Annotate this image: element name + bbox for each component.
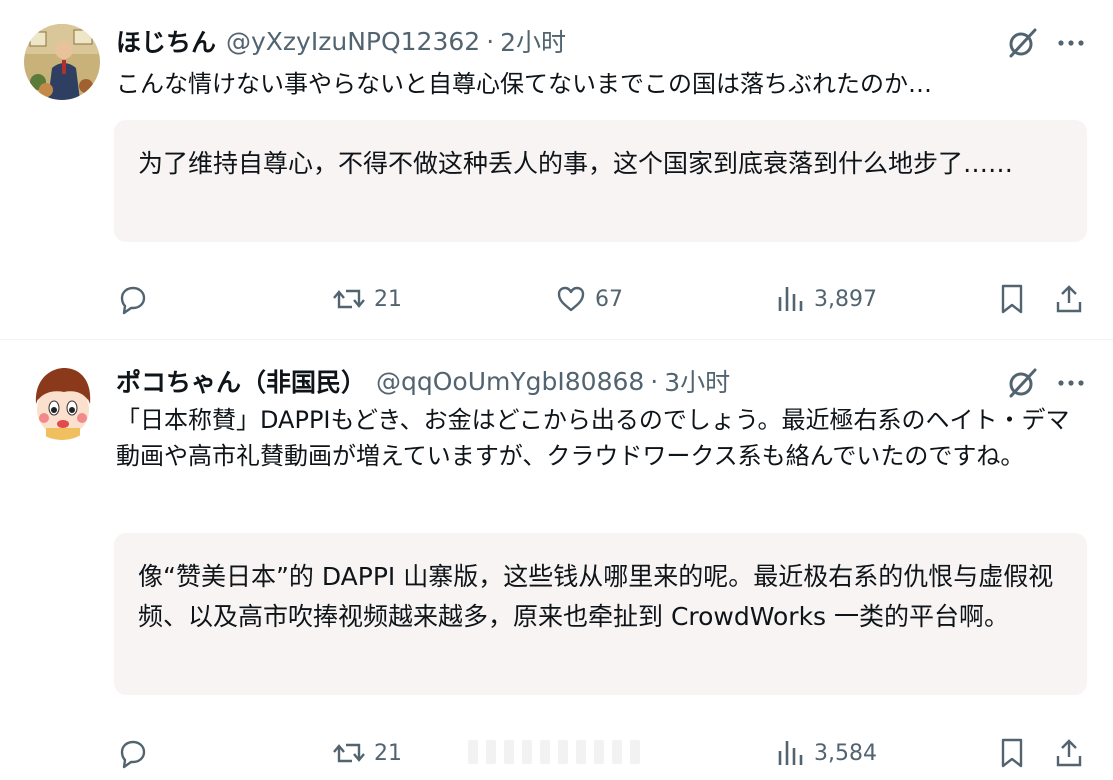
views-count: 3,897	[814, 286, 877, 312]
like-icon	[555, 283, 587, 315]
post[interactable]: ほじちん @yXzyIzuNPQ12362 · 2小时 こんな情けない事やらない…	[0, 0, 1113, 340]
display-name[interactable]: ポコちゃん（非国民）	[116, 363, 366, 399]
share-icon	[1054, 737, 1084, 769]
separator-dot: ·	[650, 366, 659, 396]
bookmark-button[interactable]	[998, 733, 1026, 773]
post[interactable]: ポコちゃん（非国民） @qqOoUmYgbI80868 · 3小时 「日本称賛」…	[0, 340, 1113, 780]
share-icon	[1054, 283, 1084, 315]
bookmark-icon	[998, 737, 1026, 769]
post-header: ポコちゃん（非国民） @qqOoUmYgbI80868 · 3小时	[116, 364, 730, 398]
translation-box: 像“赞美日本”的 DAPPI 山寨版，这些钱从哪里来的呢。最近极右系的仇恨与虚假…	[114, 533, 1087, 695]
repost-icon	[332, 737, 366, 769]
reply-button[interactable]	[116, 279, 148, 319]
repost-icon	[332, 283, 366, 315]
more-icon[interactable]	[1057, 366, 1085, 400]
avatar[interactable]	[24, 24, 100, 100]
timestamp[interactable]: 3小时	[664, 363, 730, 399]
repost-button[interactable]: 21	[332, 279, 402, 319]
user-handle[interactable]: @yXzyIzuNPQ12362	[226, 27, 480, 56]
repost-button[interactable]: 21	[332, 733, 402, 773]
separator-dot: ·	[486, 26, 495, 56]
views-button[interactable]: 3,897	[776, 279, 877, 319]
post-top-actions	[1005, 366, 1085, 400]
like-count: 67	[595, 286, 623, 312]
like-button[interactable]: 67	[555, 279, 623, 319]
grok-icon[interactable]	[1005, 26, 1039, 60]
repost-count: 21	[374, 286, 402, 312]
timestamp[interactable]: 2小时	[500, 23, 566, 59]
share-button[interactable]	[1054, 733, 1084, 773]
more-icon[interactable]	[1057, 26, 1085, 60]
post-text: こんな情けない事やらないと自尊心保てないまでこの国は落ちぶれたのか…	[116, 70, 932, 98]
bookmark-icon	[998, 283, 1026, 315]
reply-icon	[116, 737, 148, 769]
translation-box: 为了维持自尊心，不得不做这种丢人的事，这个国家到底衰落到什么地步了……	[114, 120, 1087, 242]
reply-button[interactable]	[116, 733, 148, 773]
share-button[interactable]	[1054, 279, 1084, 319]
grok-icon[interactable]	[1005, 366, 1039, 400]
post-header: ほじちん @yXzyIzuNPQ12362 · 2小时	[116, 24, 566, 58]
post-actions: 21 67 3,897	[0, 279, 1113, 319]
bookmark-button[interactable]	[998, 279, 1026, 319]
views-count: 3,584	[814, 740, 877, 766]
post-top-actions	[1005, 26, 1085, 60]
views-icon	[776, 283, 806, 315]
reply-icon	[116, 283, 148, 315]
repost-count: 21	[374, 740, 402, 766]
user-handle[interactable]: @qqOoUmYgbI80868	[376, 367, 644, 396]
watermark	[464, 732, 654, 772]
post-text: 「日本称賛」DAPPIもどき、お金はどこから出るのでしょう。最近極右系のヘイト・…	[116, 406, 1070, 470]
views-button[interactable]: 3,584	[776, 733, 877, 773]
display-name[interactable]: ほじちん	[116, 23, 216, 59]
avatar[interactable]	[24, 364, 100, 440]
views-icon	[776, 737, 806, 769]
